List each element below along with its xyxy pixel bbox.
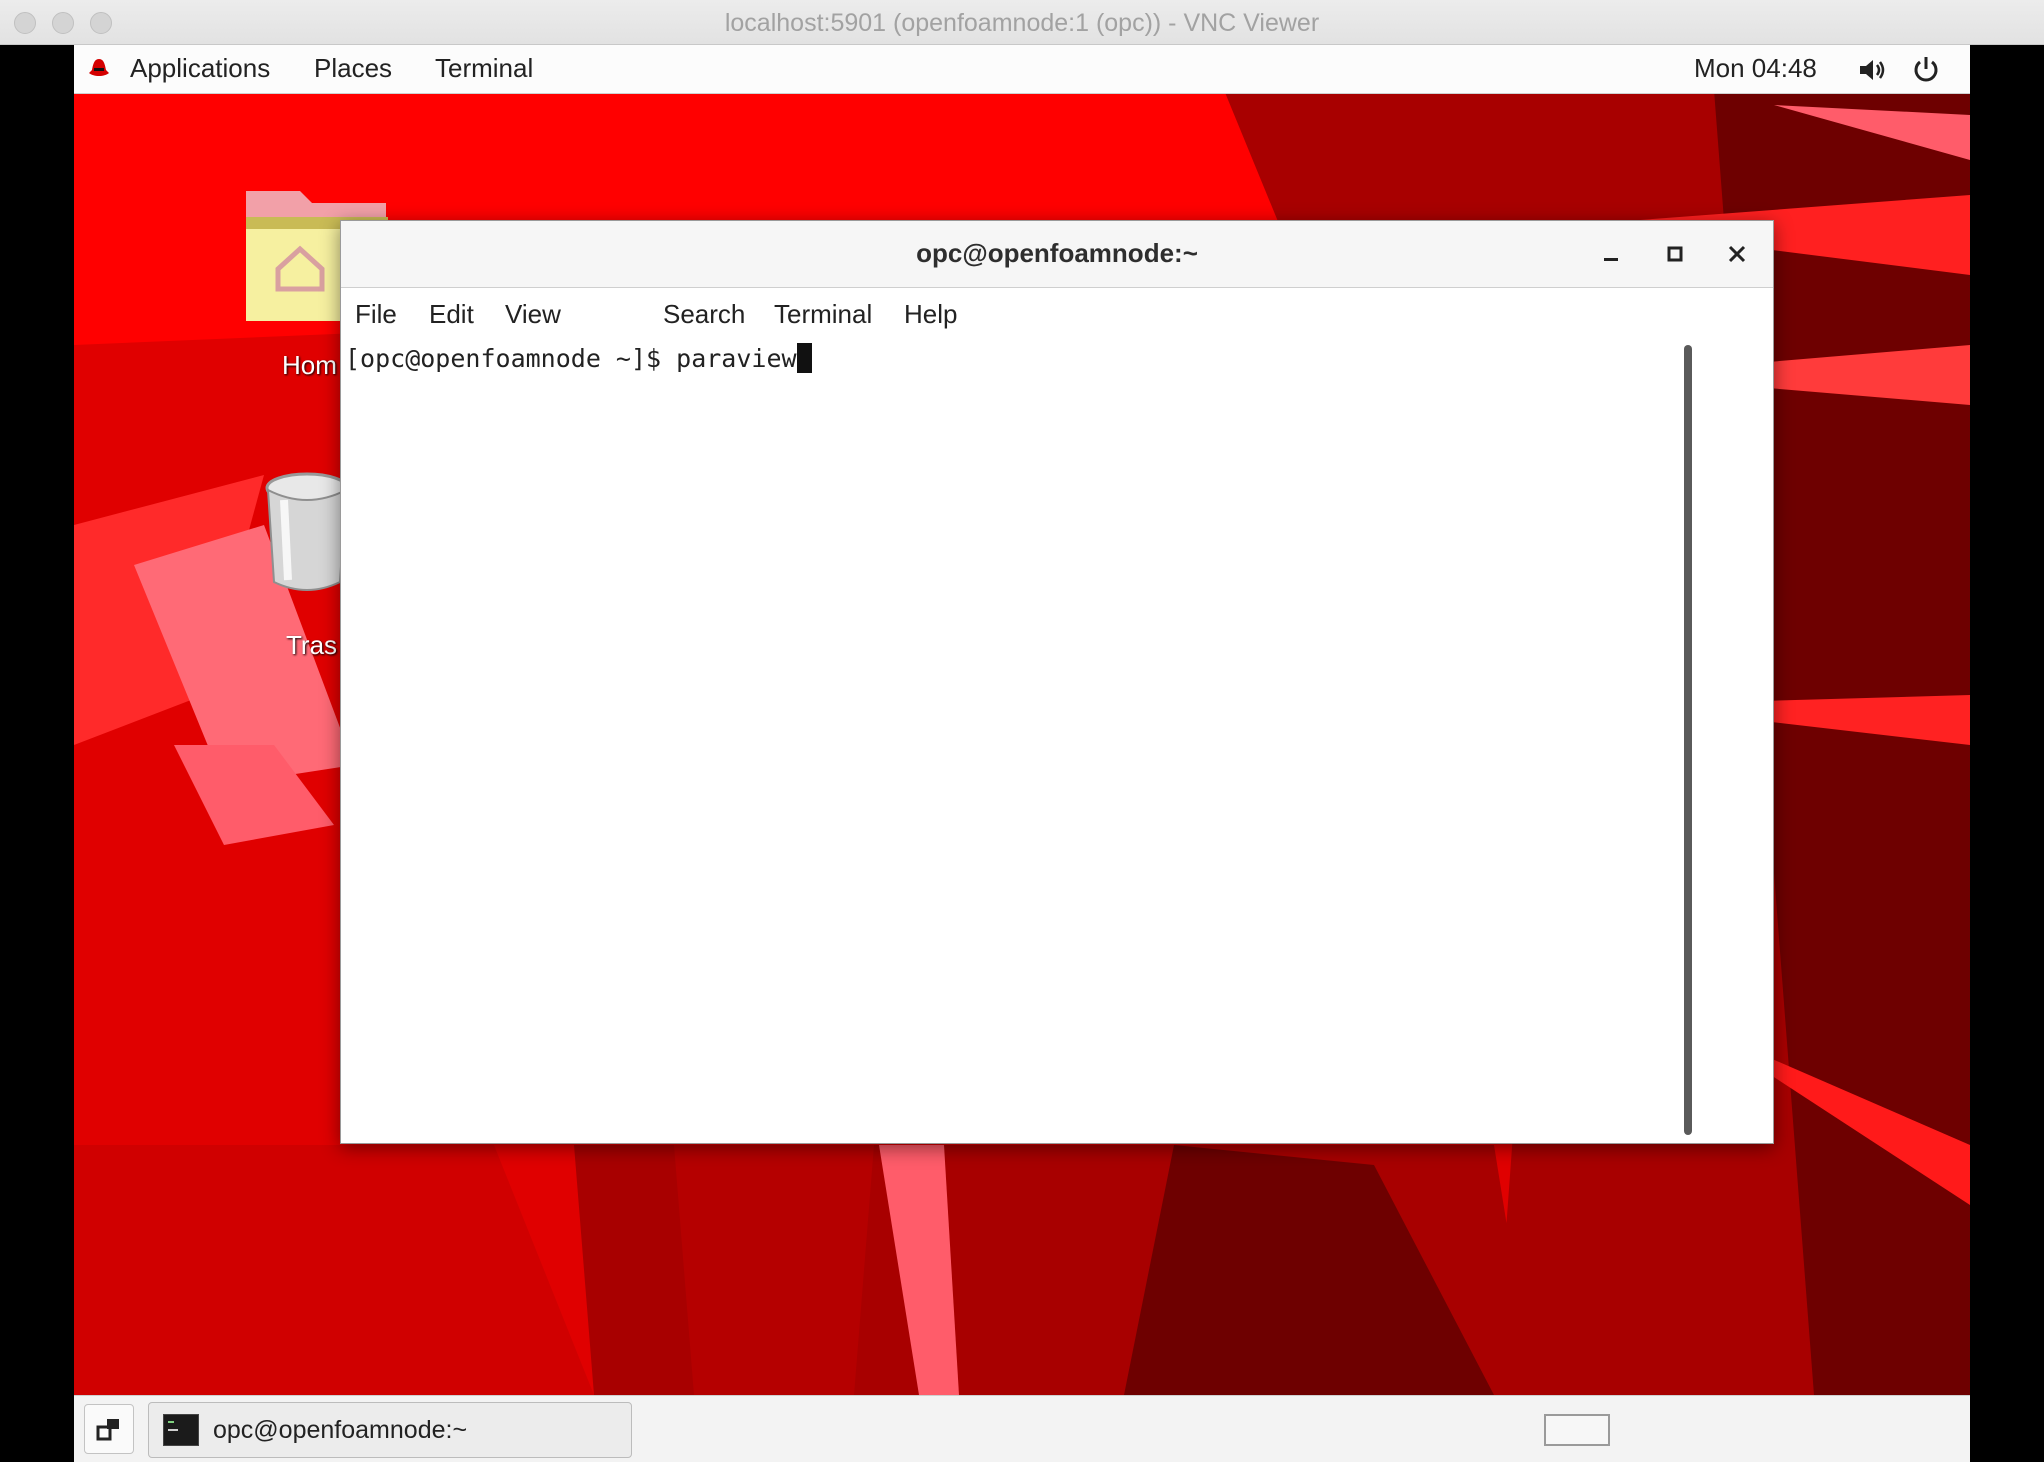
shell-prompt: [opc@openfoamnode ~]$ bbox=[345, 344, 677, 373]
terminal-icon bbox=[163, 1414, 199, 1446]
maximize-icon bbox=[1667, 246, 1683, 262]
workspace-switcher[interactable] bbox=[1544, 1414, 1610, 1446]
redhat-logo-icon bbox=[89, 59, 109, 76]
gnome-top-bar: Applications Places Terminal Mon 04:48 bbox=[74, 45, 1970, 94]
terminal-menubar: File Edit View Search Terminal Help bbox=[341, 288, 1773, 338]
show-desktop-button[interactable] bbox=[84, 1404, 134, 1454]
menu-file[interactable]: File bbox=[355, 299, 397, 330]
menu-help[interactable]: Help bbox=[904, 299, 957, 330]
menu-search[interactable]: Search bbox=[663, 299, 745, 330]
close-icon bbox=[1728, 245, 1746, 263]
terminal-text-area[interactable]: [opc@openfoamnode ~]$ paraview bbox=[341, 338, 1741, 1143]
clock[interactable]: Mon 04:48 bbox=[1694, 53, 1817, 84]
power-icon[interactable] bbox=[1912, 55, 1940, 83]
places-menu[interactable]: Places bbox=[314, 53, 392, 84]
menu-edit[interactable]: Edit bbox=[429, 299, 474, 330]
speaker-icon[interactable] bbox=[1858, 57, 1888, 83]
trash-icon-label[interactable]: Tras bbox=[286, 630, 337, 661]
menu-terminal[interactable]: Terminal bbox=[774, 299, 872, 330]
close-button[interactable] bbox=[1719, 236, 1755, 272]
home-icon-label[interactable]: Hom bbox=[282, 350, 337, 381]
minimize-button[interactable] bbox=[1593, 236, 1629, 272]
vnc-viewer-title: localhost:5901 (openfoamnode:1 (opc)) - … bbox=[724, 9, 1320, 37]
terminal-command-line: [opc@openfoamnode ~]$ paraview bbox=[345, 343, 812, 373]
terminal-scrollbar[interactable] bbox=[1680, 345, 1696, 1135]
text-cursor bbox=[796, 343, 812, 373]
taskbar-item-terminal[interactable]: opc@openfoamnode:~ bbox=[148, 1402, 632, 1458]
typed-command: paraview bbox=[676, 344, 797, 373]
maximize-button[interactable] bbox=[1657, 236, 1693, 272]
show-desktop-icon bbox=[96, 1419, 119, 1441]
trash-icon[interactable] bbox=[262, 470, 352, 600]
terminal-window-title: opc@openfoamnode:~ bbox=[916, 238, 1198, 268]
applications-menu[interactable]: Applications bbox=[130, 53, 270, 84]
minimize-icon bbox=[1604, 258, 1618, 261]
terminal-window[interactable]: opc@openfoamnode:~ File Edit View Search… bbox=[340, 220, 1774, 1144]
terminal-header-bar[interactable]: opc@openfoamnode:~ bbox=[341, 221, 1773, 288]
bottom-taskbar: opc@openfoamnode:~ bbox=[74, 1395, 1970, 1462]
taskbar-item-label: opc@openfoamnode:~ bbox=[213, 1416, 468, 1444]
menu-view[interactable]: View bbox=[505, 299, 561, 330]
terminal-app-menu[interactable]: Terminal bbox=[435, 53, 533, 84]
vnc-viewer-titlebar: localhost:5901 (openfoamnode:1 (opc)) - … bbox=[0, 0, 2044, 45]
